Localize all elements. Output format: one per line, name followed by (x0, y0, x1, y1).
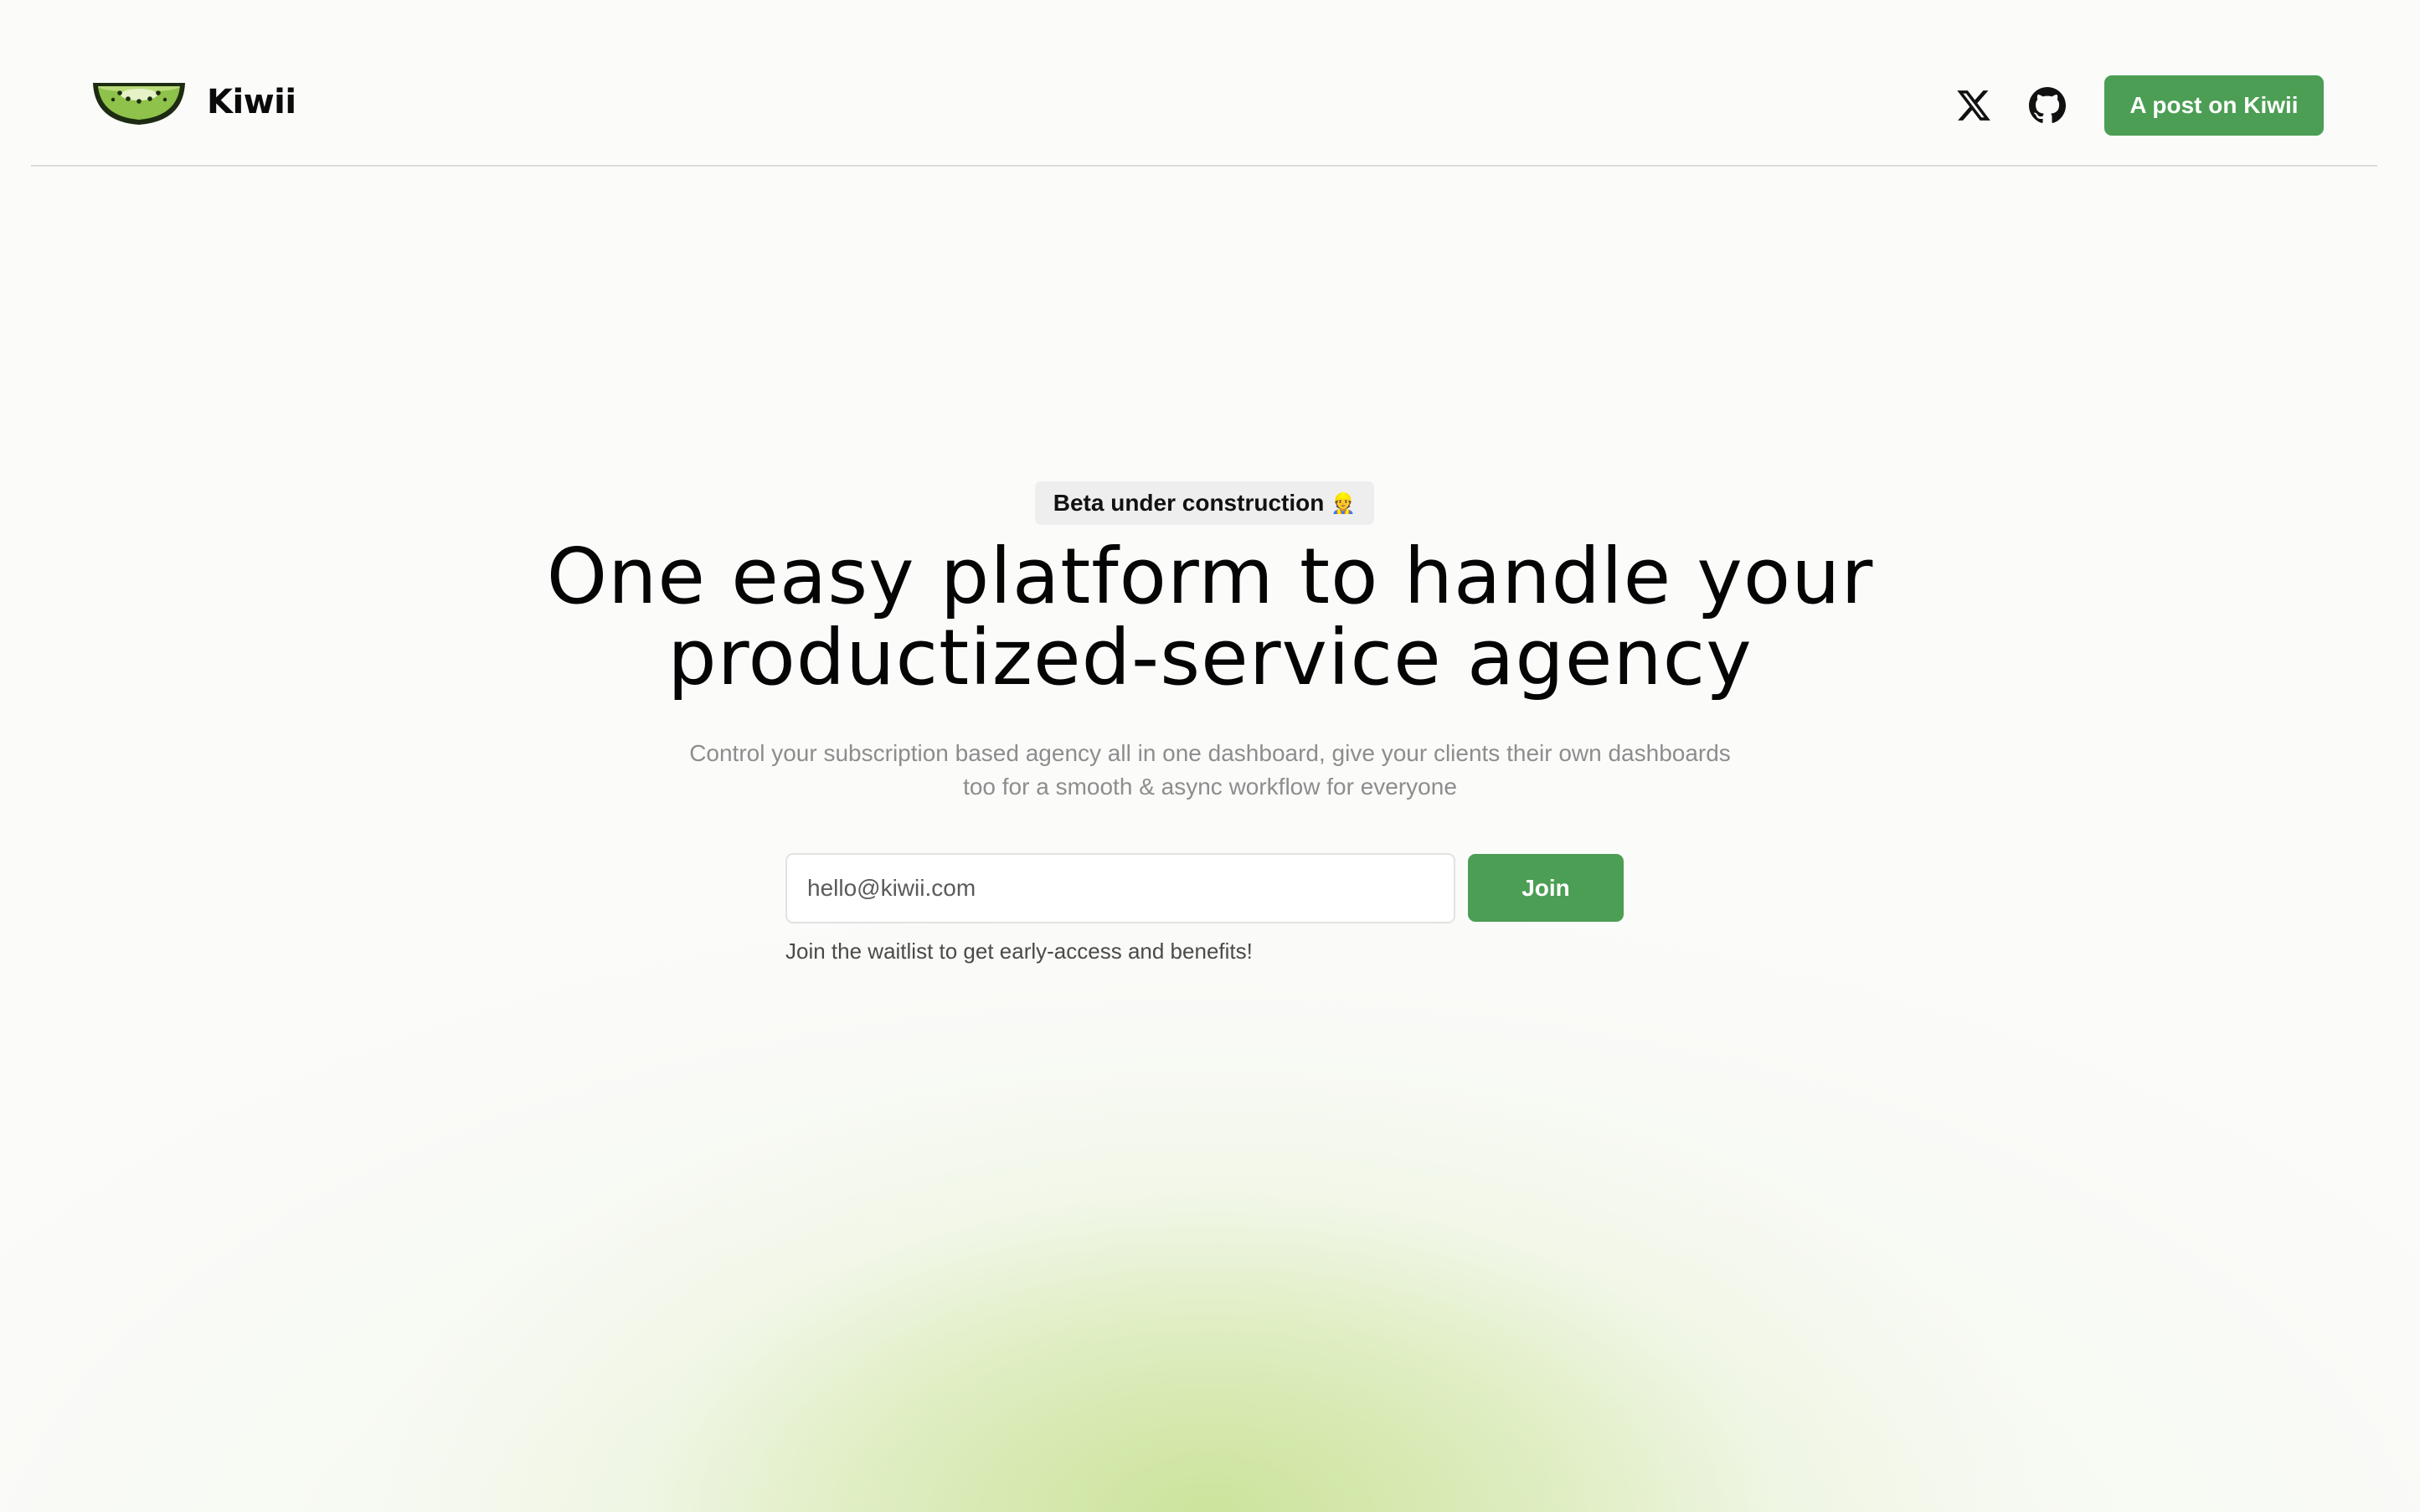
headline-line-1: One easy platform to handle your (546, 532, 1874, 621)
post-on-kiwii-button[interactable]: A post on Kiwii (2104, 75, 2324, 136)
construction-worker-icon: 👷 (1331, 491, 1357, 515)
brand-name[interactable]: Kiwii (207, 83, 296, 121)
hero-description: Control your subscription based agency a… (624, 737, 1796, 804)
x-icon[interactable] (1953, 84, 1995, 127)
headline-line-2: productized-service agency (667, 613, 1753, 702)
site-header: Kiwii A post on Kiwii (31, 0, 2377, 167)
waitlist-hint: Join the waitlist to get early-access an… (785, 939, 1253, 964)
page-title: One easy platform to handle your product… (373, 536, 2047, 698)
description-line-1: Control your subscription based agency a… (689, 740, 1731, 766)
email-input[interactable] (785, 853, 1455, 923)
beta-badge: Beta under construction 👷 (1035, 481, 1374, 525)
badge-label: Beta under construction (1053, 490, 1325, 516)
kiwi-logo-icon[interactable] (90, 78, 188, 130)
github-icon[interactable] (2026, 84, 2068, 127)
join-button[interactable]: Join (1468, 854, 1624, 922)
description-line-2: too for a smooth & async workflow for ev… (963, 774, 1457, 800)
